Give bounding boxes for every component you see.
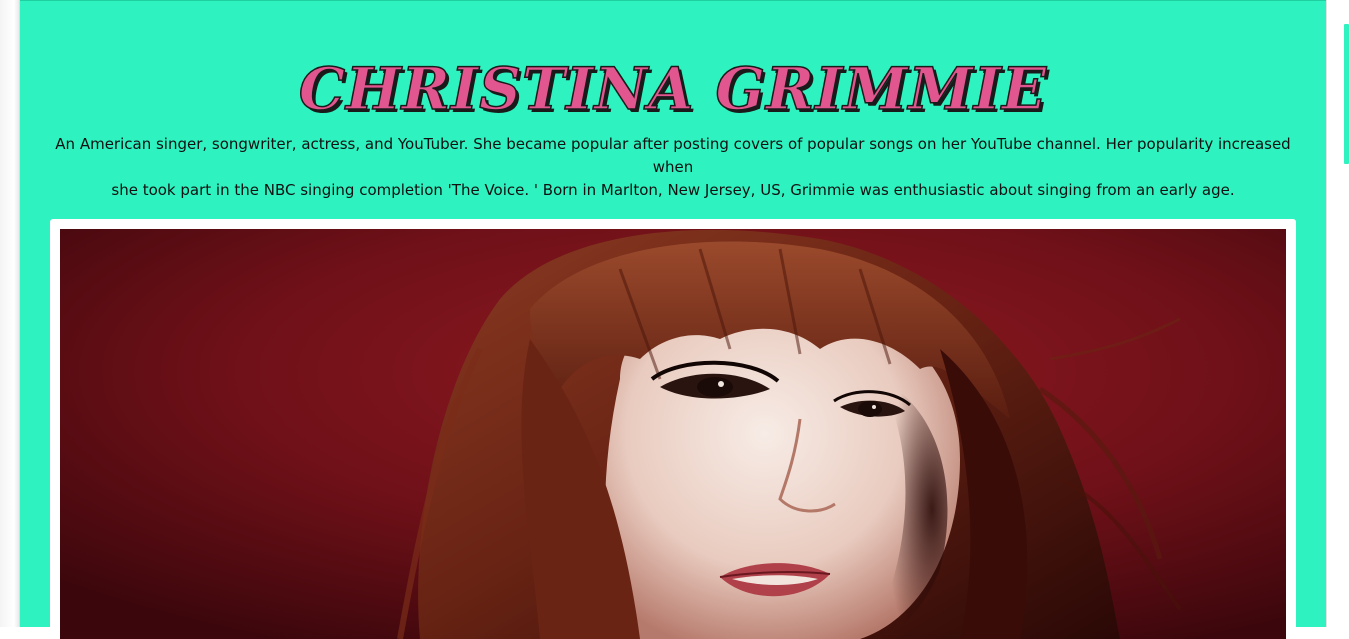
intro-text: An American singer, songwriter, actress,… xyxy=(46,133,1300,202)
intro-line-2: she took part in the NBC singing complet… xyxy=(111,181,1235,199)
page-title: CHRISTINA GRIMMIE xyxy=(298,54,1048,124)
left-gutter xyxy=(0,0,20,627)
tribute-page: CHRISTINA GRIMMIE An American singer, so… xyxy=(20,0,1326,639)
portrait-photo xyxy=(60,229,1286,639)
photo-card xyxy=(50,219,1296,639)
browser-viewport: CHRISTINA GRIMMIE An American singer, so… xyxy=(0,0,1349,639)
intro-line-1: An American singer, songwriter, actress,… xyxy=(55,135,1291,176)
scrollbar-thumb[interactable] xyxy=(1344,24,1349,164)
